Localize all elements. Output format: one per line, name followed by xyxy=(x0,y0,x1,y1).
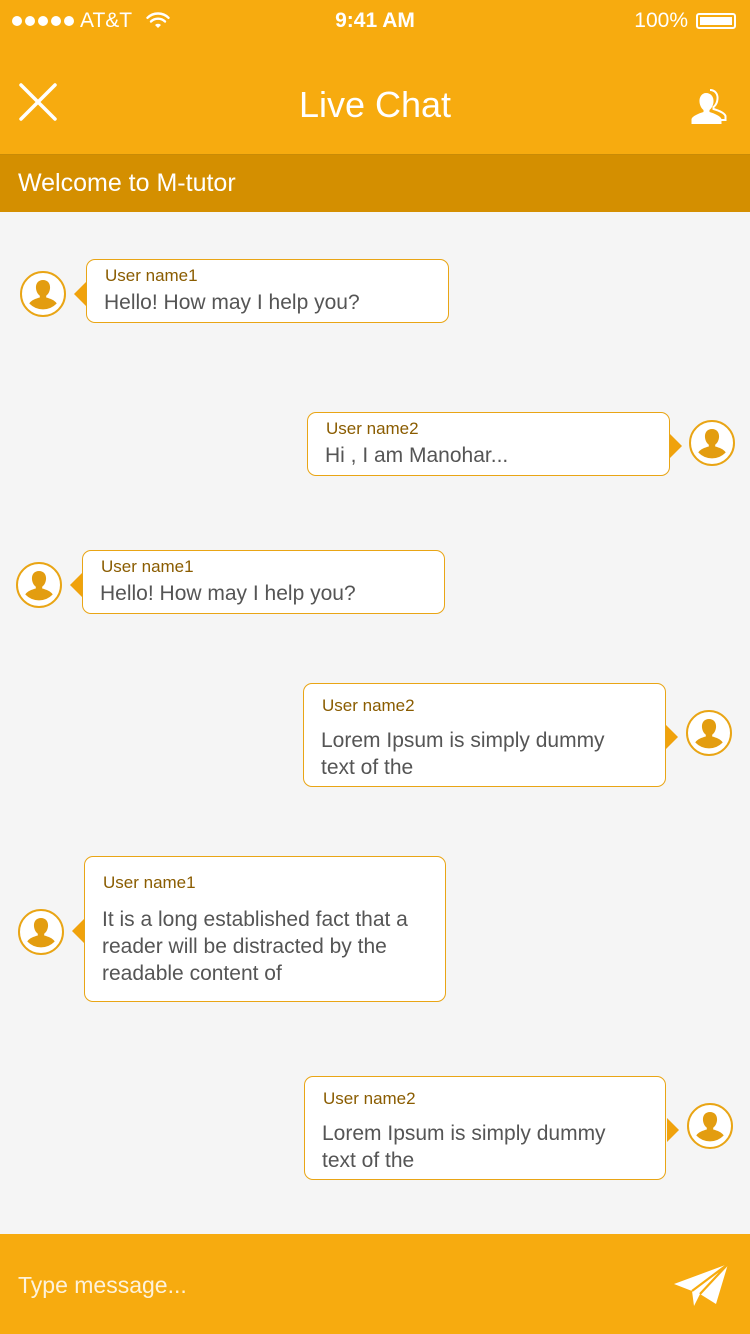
message-text: It is a long established fact that a rea… xyxy=(102,908,408,985)
battery-percent: 100% xyxy=(634,9,688,32)
message-text: Hi , I am Manohar... xyxy=(325,444,509,467)
users-icon[interactable] xyxy=(690,84,734,128)
message-input[interactable] xyxy=(16,1262,640,1308)
user-avatar-icon xyxy=(687,1103,733,1149)
page-title: Live Chat xyxy=(298,84,452,125)
bubble-pointer xyxy=(74,282,86,306)
message-username: User name2 xyxy=(326,419,419,438)
bubble-pointer xyxy=(72,919,84,943)
user-avatar-icon xyxy=(686,710,732,756)
user-avatar-icon xyxy=(18,909,64,955)
bubble-pointer xyxy=(70,573,82,597)
message-username: User name1 xyxy=(101,557,194,576)
message-username: User name2 xyxy=(323,1089,416,1108)
bubble-pointer xyxy=(666,725,678,749)
message-text: Hello! How may I help you? xyxy=(100,582,356,605)
message-bubble: User name2 Lorem Ipsum is simply dummy t… xyxy=(304,1076,666,1180)
message-bubble: User name2 Lorem Ipsum is simply dummy t… xyxy=(303,683,666,787)
user-avatar-icon xyxy=(16,562,62,608)
welcome-banner: Welcome to M-tutor xyxy=(0,155,750,212)
user-avatar-icon xyxy=(689,420,735,466)
message-bubble: User name2 Hi , I am Manohar... xyxy=(307,412,670,476)
message-text: Lorem Ipsum is simply dummy text of the xyxy=(322,1122,606,1172)
message-text: Hello! How may I help you? xyxy=(104,291,360,314)
bubble-pointer xyxy=(670,434,682,458)
message-bubble: User name1 Hello! How may I help you? xyxy=(86,259,449,323)
message-bubble: User name1 It is a long established fact… xyxy=(84,856,446,1002)
send-icon[interactable] xyxy=(672,1262,730,1308)
message-text: Lorem Ipsum is simply dummy text of the xyxy=(321,729,605,779)
message-bubble: User name1 Hello! How may I help you? xyxy=(82,550,445,614)
message-composer xyxy=(0,1234,750,1334)
chat-list: User name1 Hello! How may I help you? Us… xyxy=(0,212,750,1234)
battery-icon xyxy=(696,13,736,29)
user-avatar-icon xyxy=(20,271,66,317)
bubble-pointer xyxy=(667,1118,679,1142)
status-right: 100% xyxy=(634,9,736,33)
app-header: Live Chat xyxy=(0,40,750,155)
message-username: User name1 xyxy=(103,873,196,892)
message-username: User name2 xyxy=(322,696,415,715)
message-username: User name1 xyxy=(105,266,198,285)
status-bar: AT&T 9:41 AM 100% xyxy=(0,0,750,40)
